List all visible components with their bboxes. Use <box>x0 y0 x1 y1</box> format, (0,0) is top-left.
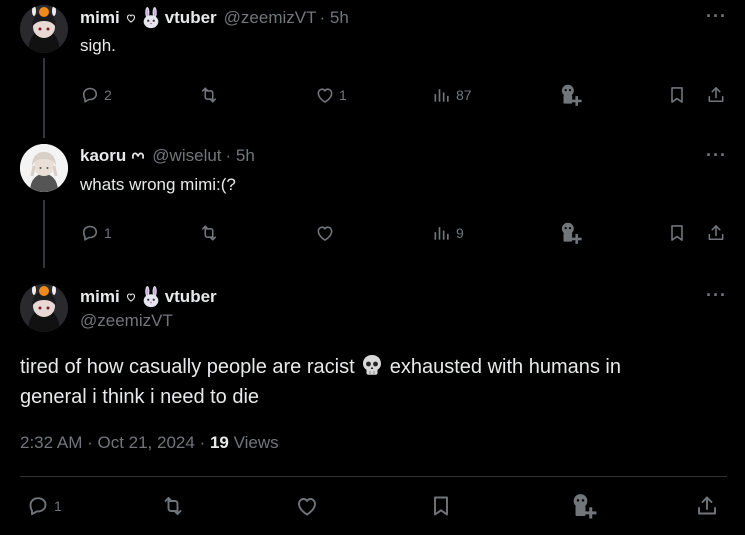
bunny-emoji-icon <box>140 7 162 29</box>
grok-button[interactable] <box>557 82 583 108</box>
more-options-icon[interactable]: ··· <box>706 145 727 166</box>
heart-outline-icon <box>125 291 137 303</box>
bookmark-icon <box>429 494 453 518</box>
views-button[interactable]: 87 <box>432 85 472 105</box>
post-text: tired of how casually people are racist … <box>20 352 621 412</box>
handle[interactable]: @wiselut <box>152 146 221 166</box>
post-text: whats wrong mimi:(? <box>80 175 236 194</box>
like-count: 1 <box>339 87 347 103</box>
post-timestamp[interactable]: 2:32 AM · Oct 21, 2024 · <box>20 433 205 452</box>
repost-button[interactable] <box>199 85 219 105</box>
repost-button[interactable] <box>199 223 219 243</box>
views-count: 19 <box>209 433 229 452</box>
grok-icon <box>557 82 583 108</box>
post-text: sigh. <box>80 36 116 55</box>
avatar[interactable] <box>20 5 68 53</box>
reply-icon <box>26 494 50 518</box>
reply-count: 1 <box>54 498 62 514</box>
display-name[interactable]: mimi <box>80 287 120 307</box>
post-time[interactable]: · 5h <box>319 8 348 28</box>
grok-icon <box>568 491 598 521</box>
share-button[interactable] <box>695 494 719 518</box>
like-button[interactable]: 1 <box>315 85 347 105</box>
thread-line <box>43 200 45 268</box>
repost-icon <box>161 494 185 518</box>
bookmark-button[interactable] <box>429 494 453 518</box>
bookmark-icon <box>667 85 687 105</box>
reply-icon <box>80 223 100 243</box>
bookmark-button[interactable] <box>667 85 687 105</box>
reply-count: 1 <box>104 225 112 241</box>
share-icon <box>695 494 719 518</box>
views-count: 9 <box>456 225 464 241</box>
skull-emoji-icon <box>360 353 384 377</box>
grok-button[interactable] <box>557 220 583 246</box>
post-text-part: exhausted with humans in <box>389 356 621 378</box>
bookmark-icon <box>667 223 687 243</box>
reply-button[interactable]: 1 <box>80 223 112 243</box>
reply-icon <box>80 85 100 105</box>
post-text-part: general i think i need to die <box>20 386 260 408</box>
reply-button[interactable]: 2 <box>80 85 112 105</box>
like-icon <box>315 223 335 243</box>
share-icon <box>706 223 726 243</box>
grok-icon <box>557 220 583 246</box>
display-name-suffix[interactable]: vtuber <box>165 287 217 307</box>
bookmark-button[interactable] <box>667 223 687 243</box>
divider <box>20 476 727 477</box>
more-options-icon[interactable]: ··· <box>706 6 727 27</box>
grok-button[interactable] <box>568 491 598 521</box>
share-button[interactable] <box>706 223 726 243</box>
like-icon <box>315 85 335 105</box>
like-button[interactable] <box>295 494 319 518</box>
avatar[interactable] <box>20 144 68 192</box>
views-icon <box>432 223 452 243</box>
display-name[interactable]: kaoru <box>80 146 126 166</box>
heart-outline-icon <box>125 12 137 24</box>
thread-line <box>43 58 45 138</box>
handle[interactable]: @zeemizVT <box>224 8 317 28</box>
avatar[interactable] <box>20 284 68 332</box>
views-icon <box>432 85 452 105</box>
display-name[interactable]: mimi <box>80 8 120 28</box>
bunny-emoji-icon <box>140 286 162 308</box>
views-label: Views <box>233 433 279 452</box>
repost-icon <box>199 223 219 243</box>
more-options-icon[interactable]: ··· <box>706 285 727 306</box>
reply-button[interactable]: 1 <box>26 494 62 518</box>
views-count: 87 <box>456 87 472 103</box>
reply-count: 2 <box>104 87 112 103</box>
views-button[interactable]: 9 <box>432 223 464 243</box>
repost-button[interactable] <box>161 494 185 518</box>
sheep-emoji-icon <box>132 152 145 160</box>
repost-icon <box>199 85 219 105</box>
post-time[interactable]: · 5h <box>226 146 255 166</box>
share-button[interactable] <box>706 85 726 105</box>
post-text-part: tired of how casually people are racist <box>20 356 355 378</box>
like-button[interactable] <box>315 223 335 243</box>
like-icon <box>295 494 319 518</box>
share-icon <box>706 85 726 105</box>
display-name-suffix[interactable]: vtuber <box>165 8 217 28</box>
handle[interactable]: @zeemizVT <box>80 311 173 331</box>
